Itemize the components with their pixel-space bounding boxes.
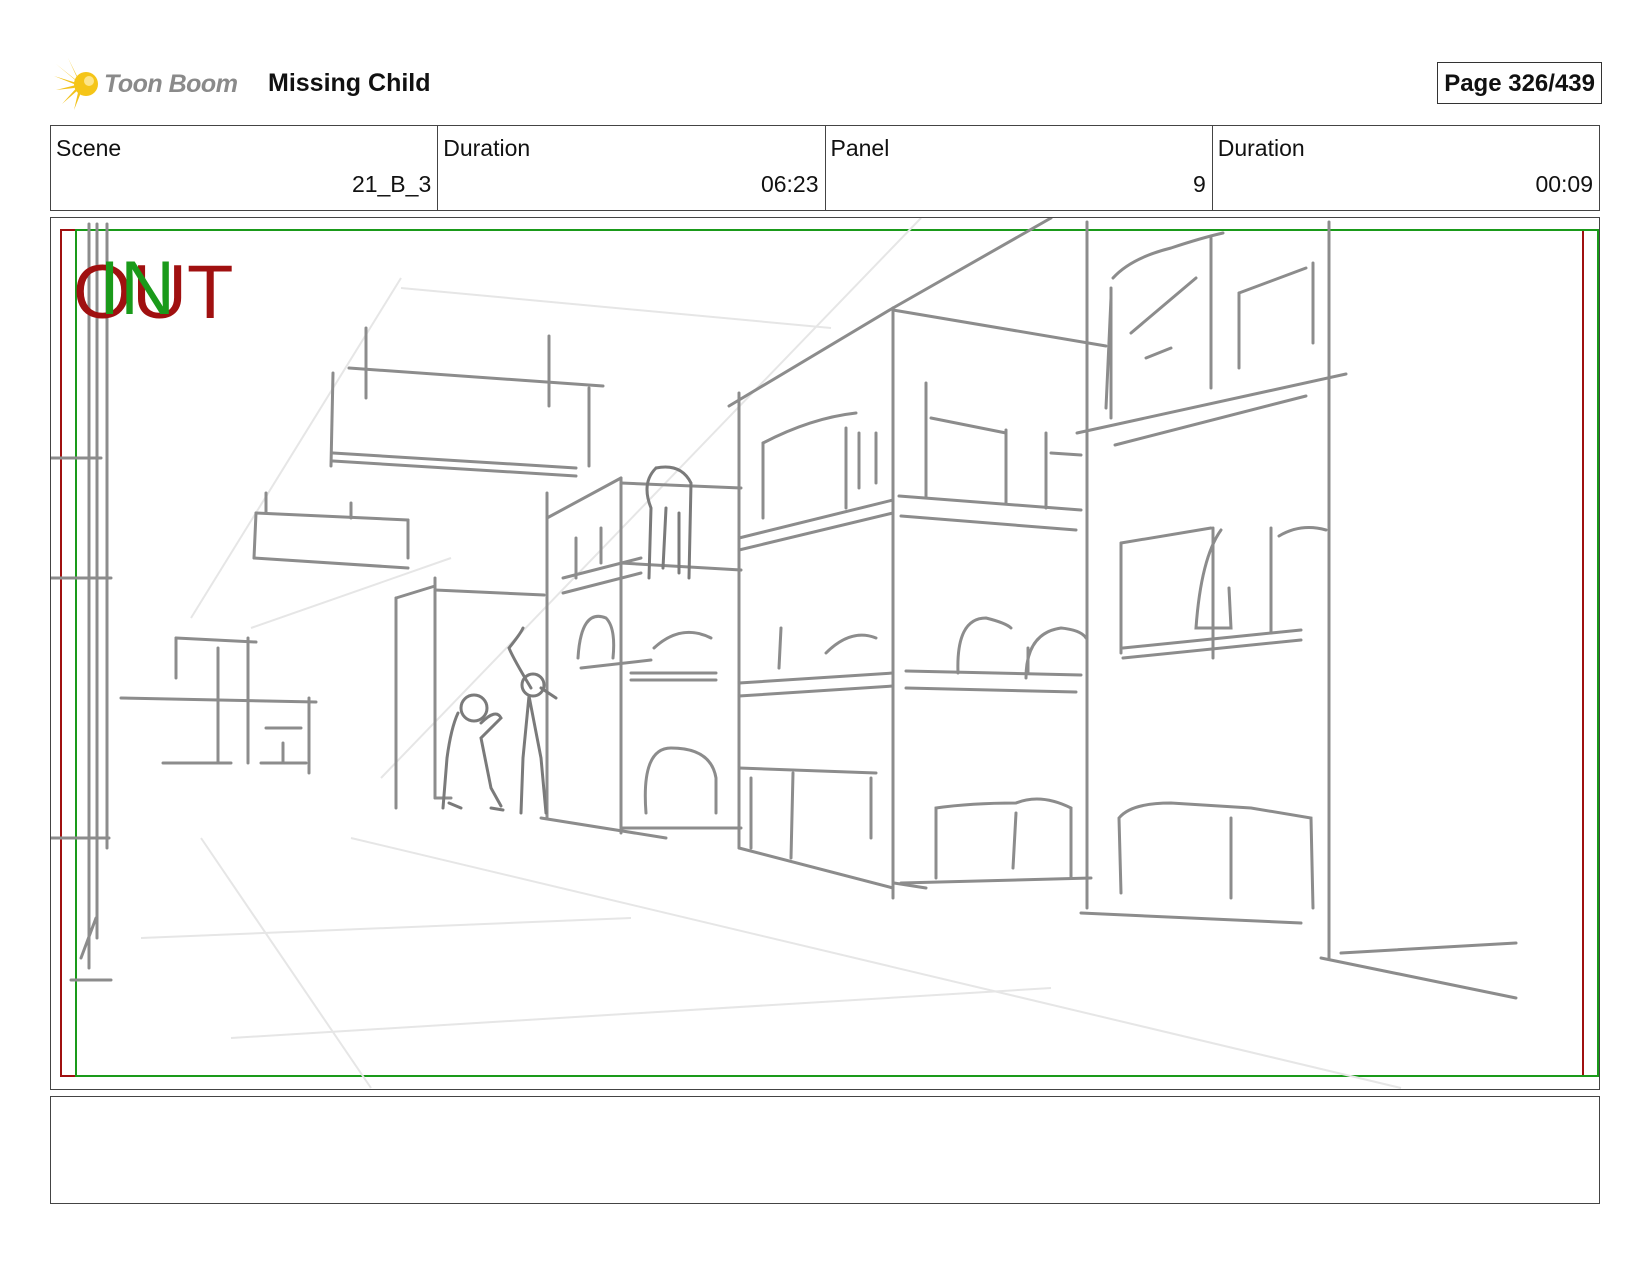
panel-duration-cell: Duration 00:09 — [1213, 126, 1599, 210]
scene-cell: Scene 21_B_3 — [51, 126, 439, 210]
panel-label: Panel — [830, 135, 890, 161]
camera-frame-green — [75, 229, 1599, 1077]
scene-duration-label: Duration — [443, 135, 531, 161]
panel-cell: Panel 9 — [826, 126, 1213, 210]
background-sketch — [51, 218, 1518, 1000]
panel-info-table: Scene 21_B_3 Duration 06:23 Panel 9 Dura… — [50, 125, 1600, 211]
camera-frame-red — [60, 229, 1584, 1077]
panel-value: 9 — [1192, 171, 1206, 197]
scene-duration-value: 06:23 — [760, 171, 819, 197]
character-sketch — [441, 465, 693, 815]
project-title: Missing Child — [268, 69, 431, 97]
panel-notes-box — [50, 1096, 1600, 1204]
panel-duration-value: 00:09 — [1535, 171, 1593, 197]
scene-label: Scene — [56, 135, 122, 161]
storyboard-panel: OUT IN — [50, 217, 1600, 1090]
toon-boom-logo: Toon Boom — [52, 58, 238, 110]
page-counter: Page 326/439 — [1437, 62, 1602, 104]
starburst-icon — [54, 58, 98, 110]
page-header: Toon Boom Missing Child Page 326/439 — [52, 58, 1602, 110]
panel-duration-label: Duration — [1217, 135, 1305, 161]
scene-value: 21_B_3 — [351, 171, 432, 197]
scene-duration-cell: Duration 06:23 — [438, 126, 826, 210]
logo-text: Toon Boom — [104, 69, 238, 98]
in-mark: IN — [99, 246, 175, 331]
panel-sketch: OUT IN — [51, 218, 1599, 1089]
